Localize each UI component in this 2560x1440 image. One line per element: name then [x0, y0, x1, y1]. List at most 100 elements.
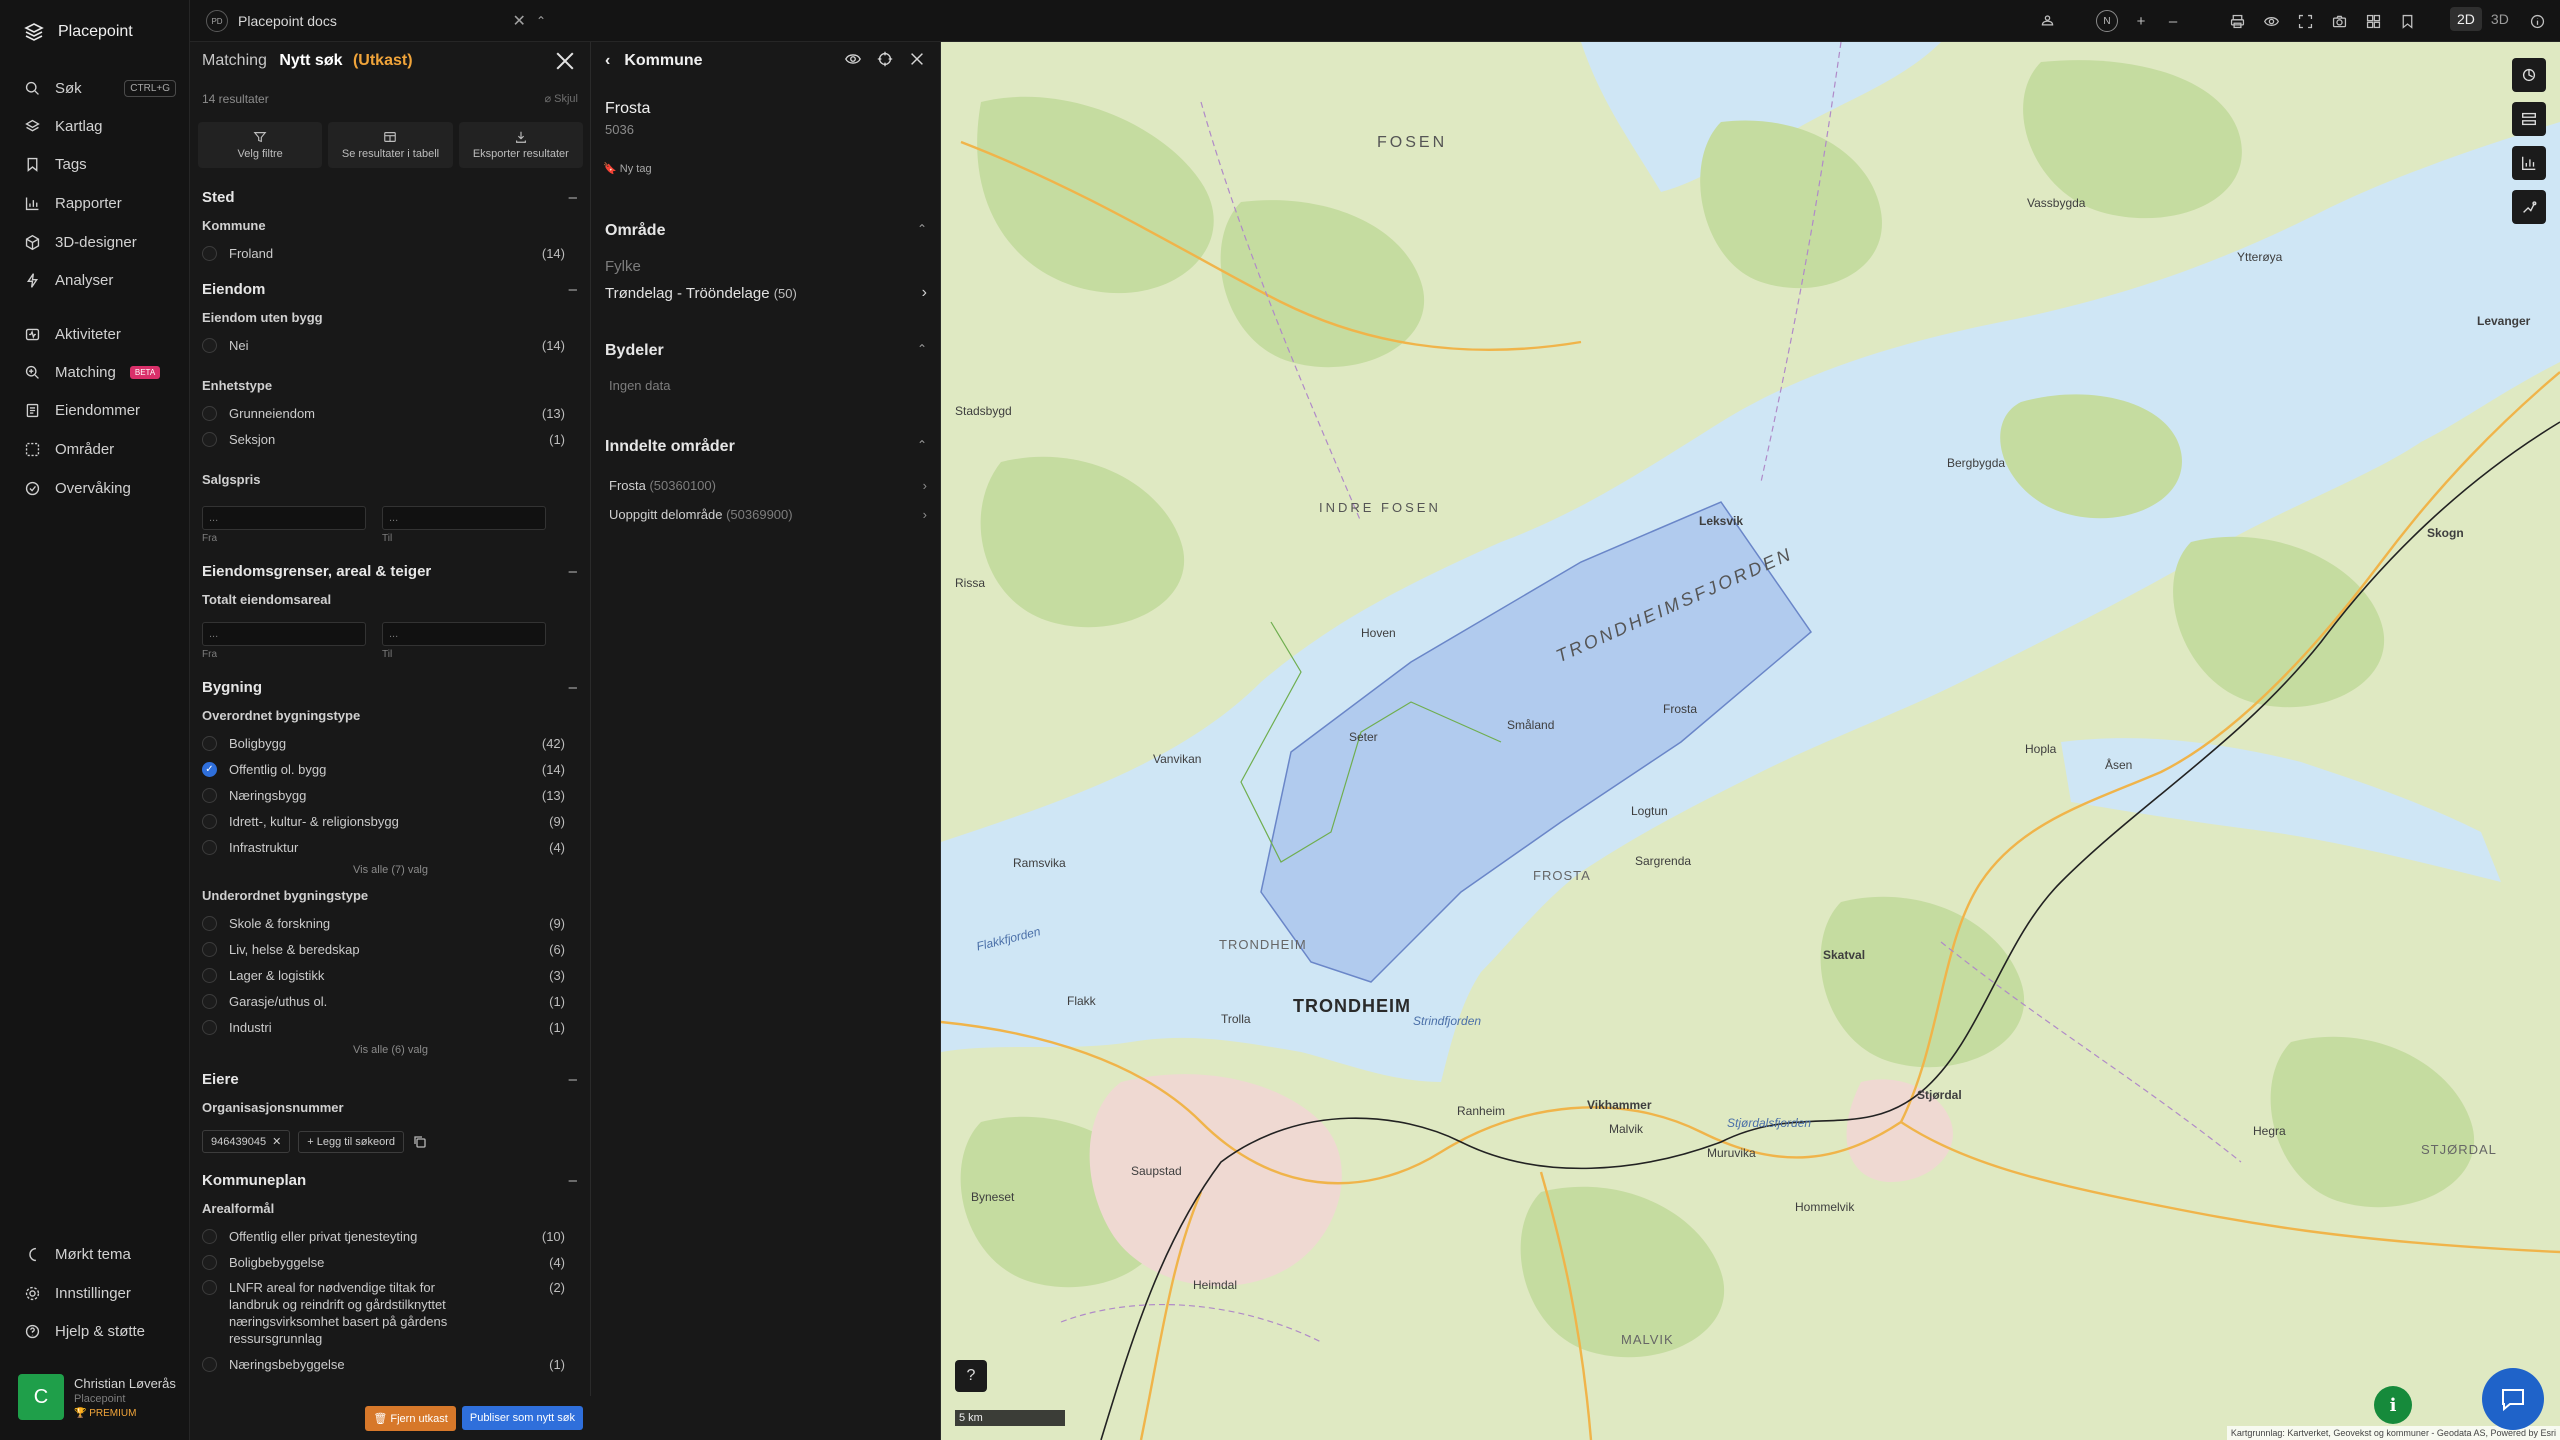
eye-icon[interactable] [844, 50, 862, 68]
checkbox[interactable] [202, 1228, 217, 1244]
checkbox[interactable] [202, 337, 217, 353]
remove-tag-icon[interactable]: ✕ [272, 1135, 281, 1148]
checkbox[interactable] [202, 1356, 217, 1372]
collapse-icon[interactable]: – [569, 1071, 577, 1088]
section-inndelte[interactable]: Inndelte områder ⌃ [605, 438, 927, 456]
nav-item-aktiviteter[interactable]: Aktiviteter [24, 322, 176, 346]
nav-item-eiendommer[interactable]: Eiendommer [24, 398, 176, 422]
brand[interactable]: Placepoint [24, 22, 133, 42]
filter-option[interactable]: Froland (14) [190, 244, 591, 262]
filter-option[interactable]: Garasje/uthus ol. (1) [190, 992, 591, 1010]
screenshot-button[interactable] [2328, 10, 2350, 32]
filter-option[interactable]: Skole & forskning (9) [190, 914, 591, 932]
checkbox[interactable] [202, 1280, 217, 1295]
export-results-button[interactable]: Eksporter resultater [458, 122, 583, 168]
filter-option[interactable]: Seksjon (1) [190, 430, 591, 448]
checkbox[interactable] [202, 915, 217, 931]
section-sted[interactable]: Sted – [190, 186, 591, 208]
subarea-row[interactable]: Frosta (50360100) › [609, 478, 927, 493]
checkbox[interactable] [202, 967, 217, 983]
publish-search-button[interactable]: Publiser som nytt søk [461, 1406, 583, 1430]
filter-option[interactable]: Grunneiendom (13) [190, 404, 591, 422]
checkbox[interactable] [202, 245, 217, 261]
checkbox[interactable] [202, 431, 217, 447]
checkbox[interactable] [202, 405, 217, 421]
info-button[interactable] [2526, 10, 2548, 32]
locate-icon[interactable] [876, 50, 894, 68]
chevron-up-icon[interactable]: ⌃ [917, 222, 927, 240]
bookmark-button[interactable] [2396, 10, 2418, 32]
close-icon[interactable] [552, 48, 578, 74]
section-grenser[interactable]: Eiendomsgrenser, areal & teiger – [190, 560, 591, 582]
draw-tool-button[interactable] [2036, 10, 2058, 32]
map-tool-statistics[interactable] [2512, 146, 2546, 180]
keyword-tag[interactable]: 946439045 ✕ [202, 1130, 291, 1153]
new-tag-button[interactable]: 🔖 Ny tag [603, 162, 652, 175]
section-bydeler[interactable]: Bydeler ⌃ [605, 342, 927, 360]
checkbox[interactable] [202, 1019, 217, 1035]
choose-filters-button[interactable]: Velg filtre [198, 122, 323, 168]
chevron-up-icon[interactable]: ⌃ [917, 342, 927, 360]
checkbox-checked[interactable]: ✓ [202, 761, 217, 777]
filter-option[interactable]: Offentlig eller privat tjenesteyting (10) [190, 1227, 591, 1245]
map-tool-analysis[interactable] [2512, 190, 2546, 224]
nav-item-kartlag[interactable]: Kartlag [24, 114, 176, 138]
fylke-row[interactable]: Trøndelag - Trööndelage (50) › [605, 284, 927, 302]
filter-option[interactable]: Lager & logistikk (3) [190, 966, 591, 984]
nav-item-matching[interactable]: Matching BETA [24, 360, 176, 384]
visibility-button[interactable] [2260, 10, 2282, 32]
subarea-row[interactable]: Uoppgitt delområde (50369900) › [609, 507, 927, 522]
nav-item-analyser[interactable]: Analyser [24, 268, 176, 292]
print-button[interactable] [2226, 10, 2248, 32]
info-button[interactable]: i [2374, 1386, 2412, 1424]
close-icon[interactable] [908, 50, 926, 68]
chevron-updown-icon[interactable]: ⌃ [536, 14, 546, 28]
filter-option[interactable]: Boligbebyggelse (4) [190, 1253, 591, 1271]
checkbox[interactable] [202, 735, 217, 751]
zoom-in-button[interactable]: + [2130, 10, 2152, 32]
checkbox[interactable] [202, 993, 217, 1009]
view-table-button[interactable]: Se resultater i tabell [328, 122, 453, 168]
nav-item-3d-designer[interactable]: 3D-designer [24, 230, 176, 254]
map-help-button[interactable]: ? [955, 1360, 987, 1392]
hide-toggle[interactable]: ⌀ Skjul [544, 92, 578, 105]
grid-button[interactable] [2362, 10, 2384, 32]
show-all-link[interactable]: Vis alle (7) valg [190, 864, 591, 878]
nav-item-overvaking[interactable]: Overvåking [24, 476, 176, 500]
map-canvas[interactable] [941, 42, 2560, 1440]
chevron-up-icon[interactable]: ⌃ [917, 438, 927, 456]
filter-option[interactable]: Næringsbygg (13) [190, 786, 591, 804]
compass-button[interactable]: N [2096, 10, 2118, 32]
filter-option[interactable]: Infrastruktur (4) [190, 838, 591, 856]
nav-item-omrader[interactable]: Områder [24, 437, 176, 461]
checkbox[interactable] [202, 787, 217, 803]
filter-option[interactable]: Idrett-, kultur- & religionsbygg (9) [190, 812, 591, 830]
section-omrade[interactable]: Område ⌃ [605, 222, 927, 240]
nav-item-rapporter[interactable]: Rapporter [24, 191, 176, 215]
filter-option[interactable]: LNFR areal for nødvendige tiltak for lan… [190, 1279, 591, 1347]
filter-option[interactable]: Industri (1) [190, 1018, 591, 1036]
map-tool-measure[interactable] [2512, 58, 2546, 92]
section-eiendom[interactable]: Eiendom – [190, 278, 591, 300]
collapse-icon[interactable]: – [569, 679, 577, 696]
add-keyword-button[interactable]: + Legg til søkeord [298, 1130, 405, 1153]
nav-item-settings[interactable]: Innstillinger [24, 1281, 176, 1305]
checkbox[interactable] [202, 839, 217, 855]
breadcrumb-parent[interactable]: Matching [202, 52, 267, 69]
back-icon[interactable]: ‹ [605, 52, 610, 70]
collapse-icon[interactable]: – [569, 1172, 577, 1189]
workspace-selector[interactable]: PD Placepoint docs ✕ ⌃ [206, 8, 546, 34]
view-2d-button[interactable]: 2D [2450, 7, 2482, 31]
checkbox[interactable] [202, 813, 217, 829]
fullscreen-button[interactable] [2294, 10, 2316, 32]
user-profile[interactable]: C Christian Løverås Placepoint 🏆 PREMIUM [18, 1374, 176, 1420]
map-tool-layers[interactable] [2512, 102, 2546, 136]
collapse-icon[interactable]: – [569, 563, 577, 580]
filter-option[interactable]: Nei (14) [190, 336, 591, 354]
collapse-icon[interactable]: – [569, 281, 577, 298]
filter-option[interactable]: Boligbygg (42) [190, 734, 591, 752]
section-kommuneplan[interactable]: Kommuneplan – [190, 1169, 591, 1191]
filter-option-selected[interactable]: ✓ Offentlig ol. bygg (14) [190, 760, 591, 778]
price-to-input[interactable]: ... [382, 506, 546, 530]
section-bygning[interactable]: Bygning – [190, 676, 591, 698]
